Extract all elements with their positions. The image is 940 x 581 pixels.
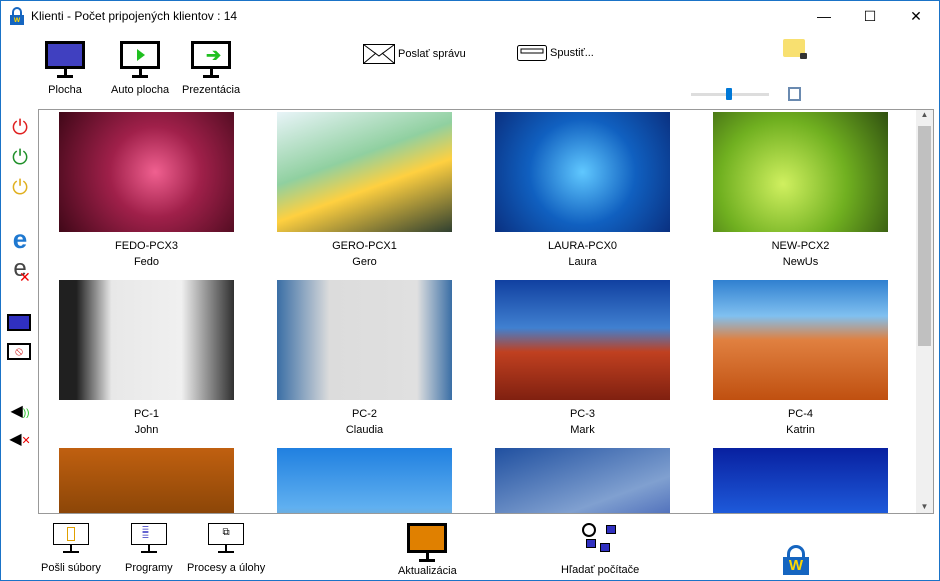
monitor-icon — [45, 41, 85, 69]
client-pc-name: GERO-PCX1 — [332, 240, 397, 252]
monitor-play-icon — [120, 41, 161, 69]
view-toggle-icon[interactable] — [788, 87, 801, 101]
client-screen-thumbnail[interactable] — [713, 448, 888, 513]
client-user-name: Mark — [570, 424, 595, 436]
program-list-icon: ☰ ☰ — [130, 523, 167, 545]
run-button[interactable]: Spustiť... — [517, 45, 594, 61]
monitor-on-icon[interactable] — [7, 314, 31, 331]
zoom-slider[interactable] — [691, 88, 769, 100]
maximize-button[interactable]: ☐ — [847, 1, 893, 31]
processes-icon: ⧉ — [208, 523, 245, 545]
window-title: Klienti - Počet pripojených klientov : 1… — [31, 9, 238, 23]
envelope-icon — [363, 44, 395, 64]
folder-document-icon — [52, 523, 89, 545]
update-label: Aktualizácia — [398, 565, 457, 577]
client-thumbnail-grid: ▲ ▼ FEDO-PCX3 Fedo GERO-PCX1 Gero LAURA-PCX0… — [38, 109, 934, 514]
processes-button[interactable]: ⧉ Procesy a úlohy — [187, 523, 265, 574]
shutdown-icon[interactable]: ⏻ — [9, 117, 31, 140]
plocha-label: Plocha — [48, 84, 82, 96]
client-user-name: Katrin — [786, 424, 815, 436]
prezentacia-label: Prezentácia — [182, 84, 241, 96]
client-screen-thumbnail[interactable] — [277, 448, 452, 513]
scrollbar-thumb[interactable] — [918, 126, 931, 346]
client-screen-thumbnail[interactable] — [495, 448, 670, 513]
client-screen-thumbnail[interactable] — [277, 280, 452, 400]
client-pc-name: PC-3 — [569, 408, 596, 420]
client-user-name: Claudia — [345, 424, 384, 436]
prezentacia-button[interactable]: ➔ Prezentácia — [182, 41, 240, 96]
client-user-name: Gero — [352, 256, 377, 268]
client-screen-thumbnail[interactable] — [59, 112, 234, 232]
app-logo-icon: W — [783, 545, 809, 575]
client-pc-name: PC-1 — [133, 408, 160, 420]
screenshot-folder-icon[interactable] — [783, 39, 807, 59]
auto-plocha-label: Auto plocha — [111, 84, 170, 96]
update-monitor-icon — [407, 523, 448, 553]
minimize-button[interactable]: — — [801, 1, 847, 31]
client-screen-thumbnail[interactable] — [713, 280, 888, 400]
client-user-name: NewUs — [782, 256, 819, 268]
client-pc-name: FEDO-PCX3 — [115, 240, 178, 252]
restart-icon[interactable]: ⏻ — [9, 177, 31, 200]
send-files-button[interactable]: Pošli súbory — [41, 523, 101, 574]
vertical-scrollbar[interactable]: ▲ ▼ — [916, 110, 933, 513]
power-on-icon[interactable]: ⏻ — [9, 147, 31, 170]
send-message-label: Poslať správu — [398, 48, 466, 60]
monitor-blocked-icon[interactable]: ⦸ — [7, 343, 31, 360]
app-lock-icon: w — [10, 7, 24, 25]
client-pc-name: LAURA-PCX0 — [547, 240, 618, 252]
sound-on-icon[interactable]: ◀)) — [9, 401, 31, 421]
run-label: Spustiť... — [550, 47, 594, 59]
sound-off-icon[interactable]: ◀✕ — [9, 429, 31, 449]
client-pc-name: NEW-PCX2 — [771, 240, 830, 252]
plocha-button[interactable]: Plocha — [45, 41, 85, 96]
client-pc-name: PC-2 — [351, 408, 378, 420]
send-message-button[interactable]: Poslať správu — [363, 44, 466, 64]
slider-thumb[interactable] — [726, 88, 732, 100]
processes-label: Procesy a úlohy — [187, 562, 266, 574]
find-computers-label: Hľadať počítače — [561, 564, 640, 576]
send-files-label: Pošli súbory — [41, 562, 101, 574]
close-button[interactable]: ✕ — [893, 1, 939, 31]
client-screen-thumbnail[interactable] — [277, 112, 452, 232]
auto-plocha-button[interactable]: Auto plocha — [111, 41, 169, 96]
clients-window: w Klienti - Počet pripojených klientov :… — [0, 0, 940, 581]
client-pc-name: PC-4 — [787, 408, 814, 420]
network-search-icon — [580, 523, 620, 559]
programs-button[interactable]: ☰ ☰ Programy — [125, 523, 173, 574]
client-user-name: Laura — [568, 256, 597, 268]
client-screen-thumbnail[interactable] — [59, 448, 234, 513]
update-button[interactable]: Aktualizácia — [398, 523, 457, 577]
run-window-icon — [517, 45, 547, 61]
monitor-arrow-icon: ➔ — [191, 41, 232, 69]
client-screen-thumbnail[interactable] — [495, 112, 670, 232]
client-user-name: Fedo — [133, 256, 160, 268]
find-computers-button[interactable]: Hľadať počítače — [561, 523, 639, 576]
client-screen-thumbnail[interactable] — [59, 280, 234, 400]
client-user-name: John — [134, 424, 159, 436]
programs-label: Programy — [125, 562, 173, 574]
client-screen-thumbnail[interactable] — [495, 280, 670, 400]
client-screen-thumbnail[interactable] — [713, 112, 888, 232]
edge-browser-icon[interactable]: e — [9, 225, 31, 253]
block-browser-icon[interactable]: e ✕ — [9, 255, 31, 285]
